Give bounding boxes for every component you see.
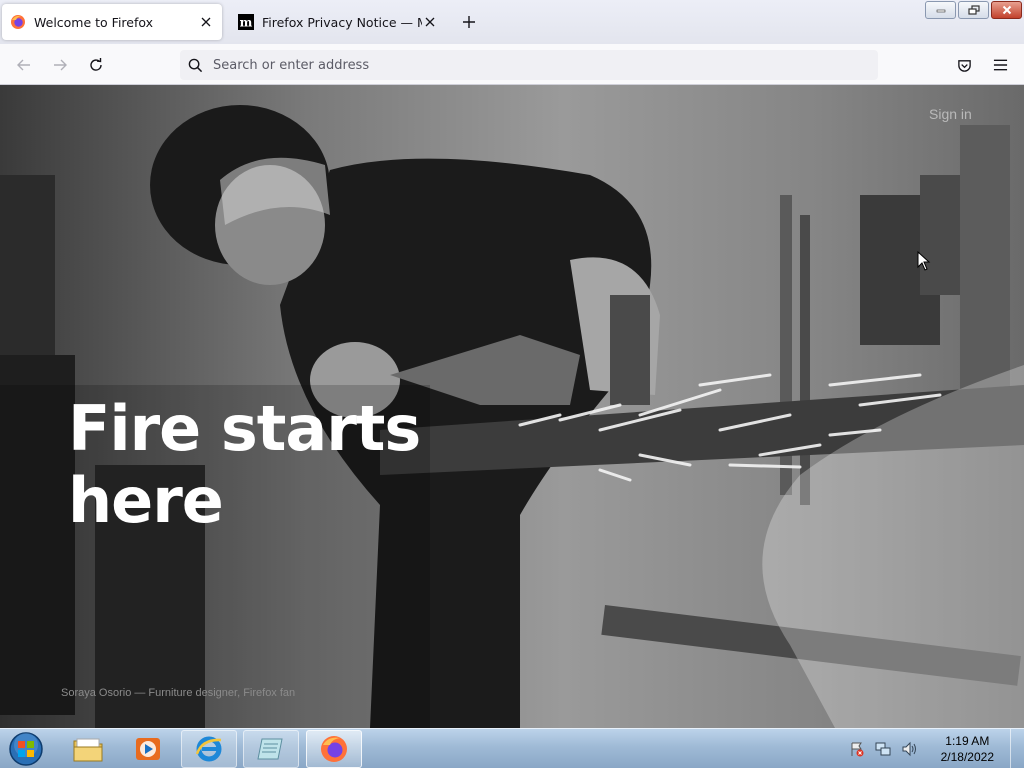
search-icon	[188, 58, 203, 72]
mozilla-m-icon: m	[238, 14, 254, 30]
tab-welcome-to-firefox[interactable]: Welcome to Firefox	[2, 4, 222, 40]
new-tab-button[interactable]	[458, 11, 480, 33]
mouse-cursor-icon	[917, 251, 931, 271]
taskbar-file-explorer[interactable]	[60, 730, 116, 768]
taskbar-internet-explorer[interactable]	[181, 730, 237, 768]
navigation-toolbar	[0, 44, 1024, 85]
url-input[interactable]	[213, 57, 878, 73]
taskbar-firefox[interactable]	[306, 730, 362, 768]
volume-icon[interactable]	[901, 741, 917, 757]
page-headline: Fire starts here	[68, 392, 421, 537]
address-bar[interactable]	[180, 50, 878, 80]
forward-button[interactable]	[47, 52, 73, 78]
pocket-button[interactable]	[951, 52, 977, 78]
plus-icon	[463, 16, 475, 28]
window-controls	[925, 1, 1022, 19]
taskbar-media-player[interactable]	[120, 730, 176, 768]
taskbar-notepad[interactable]	[243, 730, 299, 768]
close-icon	[1002, 5, 1011, 15]
pocket-icon	[957, 59, 971, 72]
close-tab-icon[interactable]	[422, 14, 438, 30]
taskbar-clock[interactable]: 1:19 AM 2/18/2022	[941, 733, 994, 765]
tab-title: Firefox Privacy Notice — Mozilla	[262, 14, 422, 30]
back-arrow-icon	[17, 59, 30, 71]
tab-title: Welcome to Firefox	[34, 14, 154, 30]
back-button[interactable]	[11, 52, 37, 78]
show-desktop-button[interactable]	[1010, 729, 1024, 768]
application-menu-button[interactable]	[987, 52, 1013, 78]
firefox-icon	[11, 15, 25, 29]
clock-date: 2/18/2022	[940, 750, 994, 764]
photo-credit: Soraya Osorio — Furniture designer, Fire…	[61, 687, 296, 699]
tab-firefox-privacy-notice[interactable]: m Firefox Privacy Notice — Mozilla	[230, 4, 446, 40]
tab-strip: Welcome to Firefox m Firefox Privacy Not…	[0, 0, 1024, 44]
close-window-button[interactable]	[991, 1, 1022, 19]
restore-icon	[967, 5, 980, 15]
media-player-icon	[136, 738, 160, 760]
close-tab-icon[interactable]	[198, 14, 214, 30]
file-explorer-icon	[73, 738, 103, 762]
minimize-icon	[936, 9, 945, 13]
restore-button[interactable]	[958, 1, 989, 19]
windows-taskbar: 1:19 AM 2/18/2022	[0, 728, 1024, 768]
start-button[interactable]	[4, 730, 48, 768]
firefox-icon	[321, 736, 347, 762]
welcome-page: Sign in Fire starts here Soraya Osorio —…	[0, 85, 1024, 728]
action-center-flag-icon[interactable]	[849, 741, 865, 757]
forward-arrow-icon	[54, 59, 67, 71]
sign-in-link[interactable]: Sign in	[929, 106, 972, 122]
hamburger-menu-icon	[993, 59, 1007, 71]
network-icon[interactable]	[875, 741, 891, 757]
notepad-icon	[257, 738, 283, 760]
internet-explorer-icon	[195, 736, 222, 762]
reload-button[interactable]	[83, 52, 109, 78]
clock-time: 1:19 AM	[945, 734, 990, 748]
svg-text:m: m	[240, 16, 253, 30]
system-tray: 1:19 AM 2/18/2022	[849, 729, 994, 768]
windows-start-orb-icon	[9, 732, 43, 766]
minimize-button[interactable]	[925, 1, 956, 19]
reload-icon	[90, 58, 102, 71]
